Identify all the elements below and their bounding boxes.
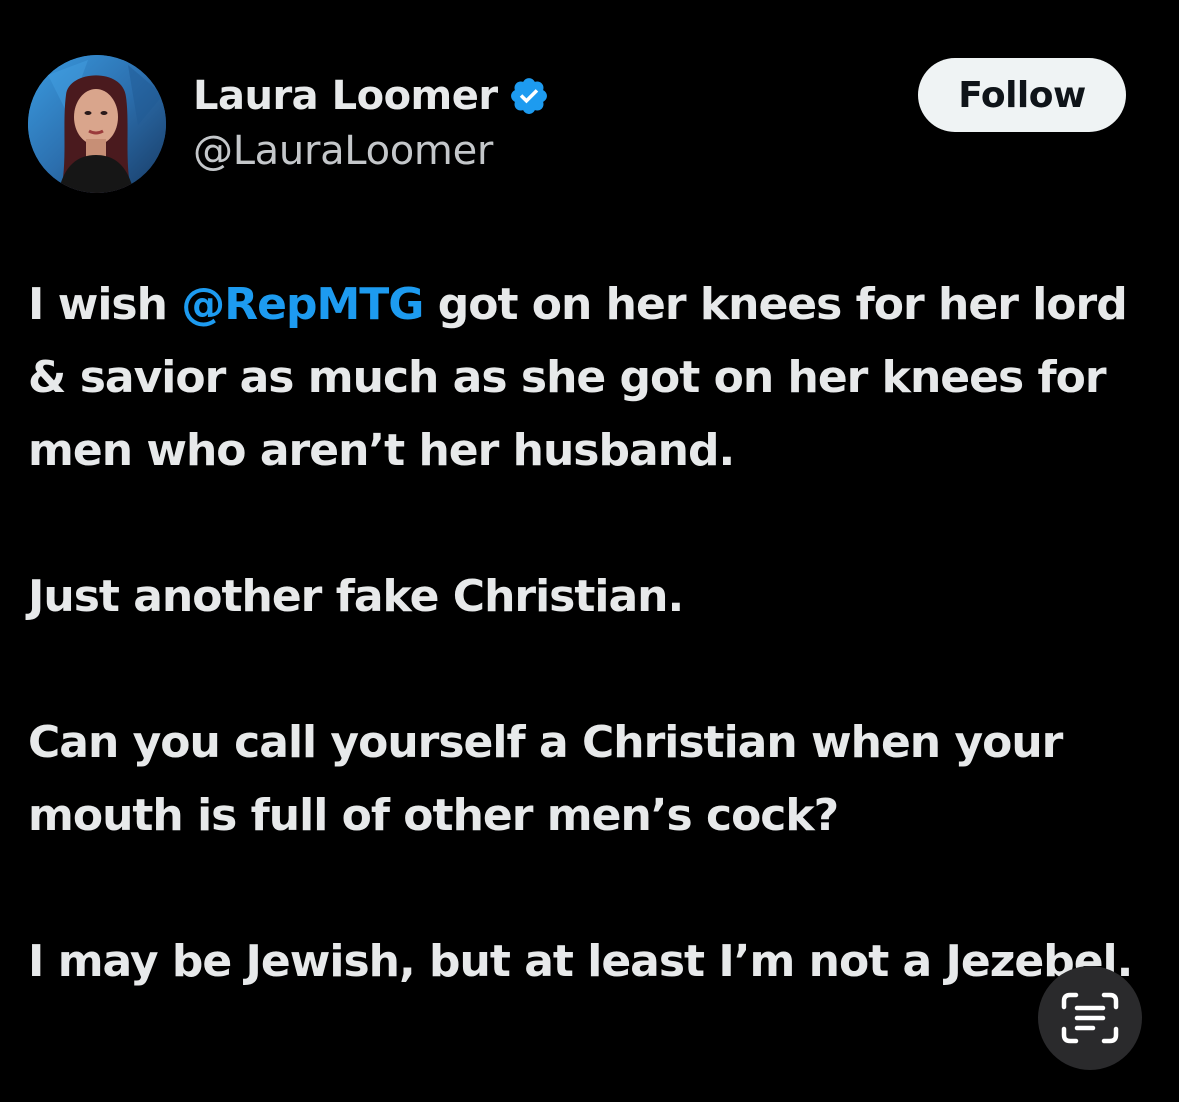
verified-badge-icon[interactable] [508,75,550,117]
name-row: Laura Loomer [193,68,550,124]
tweet-screenshot: Laura Loomer @LauraLoomer Follow I wish … [0,0,1179,1102]
avatar[interactable] [28,55,166,193]
live-text-scan-button[interactable] [1038,966,1142,1070]
mention-link[interactable]: @RepMTG [181,279,424,330]
author-display-name[interactable]: Laura Loomer [193,73,498,119]
tweet-text: I wish @RepMTG got on her knees for her … [28,268,1158,998]
avatar-portrait-icon [28,55,166,193]
tweet-paragraph-4: I may be Jewish, but at least I’m not a … [28,936,1133,987]
tweet-paragraph-3: Can you call yourself a Christian when y… [28,717,1063,841]
tweet-text-segment: I wish [28,279,182,330]
follow-button[interactable]: Follow [918,58,1126,132]
tweet-paragraph-2: Just another fake Christian. [28,571,684,622]
tweet-paragraph-1: I wish @RepMTG got on her knees for her … [28,268,1158,487]
author-info: Laura Loomer @LauraLoomer [193,68,550,174]
author-handle[interactable]: @LauraLoomer [193,128,550,174]
live-text-scan-icon [1061,992,1119,1044]
